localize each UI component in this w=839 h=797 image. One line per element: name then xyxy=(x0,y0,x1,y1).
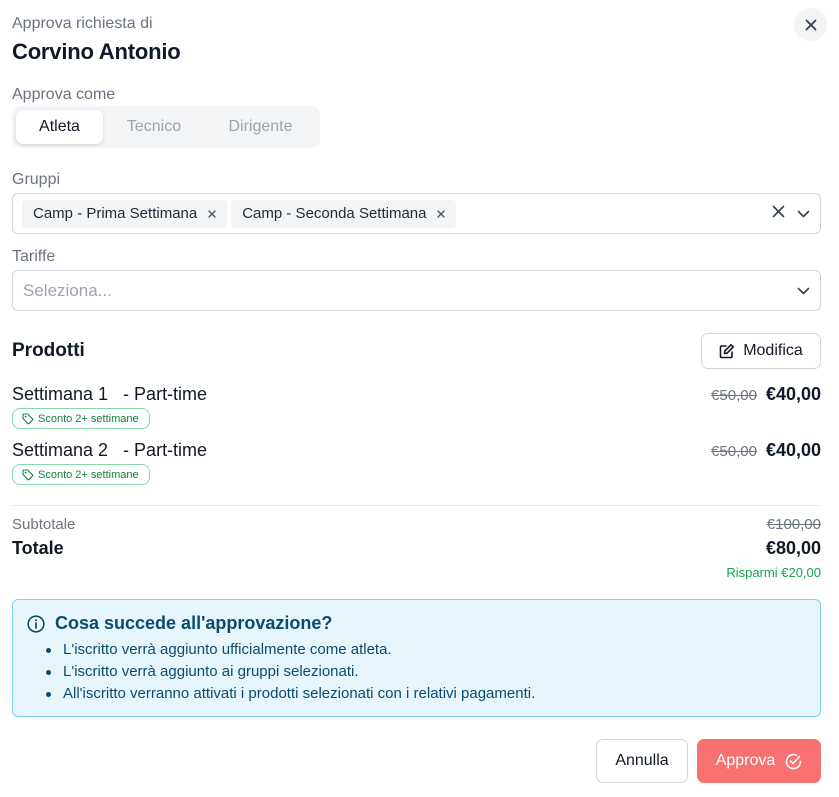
group-chip: Camp - Seconda Settimana xyxy=(231,199,457,228)
product-price: €50,00 €40,00 xyxy=(711,384,821,405)
total-row: Totale €80,00 xyxy=(12,538,821,559)
dialog-title: Corvino Antonio xyxy=(12,39,181,64)
rates-placeholder: Seleziona... xyxy=(23,280,112,300)
approve-button[interactable]: Approva xyxy=(697,739,821,783)
products-title: Prodotti xyxy=(12,340,85,361)
product-name: Settimana 2 - Part-time xyxy=(12,440,208,460)
role-label: Approva come xyxy=(12,86,116,103)
rates-select[interactable]: Seleziona... xyxy=(12,270,821,311)
tag-icon xyxy=(22,468,34,481)
role-option-tecnico[interactable]: Tecnico xyxy=(103,110,205,144)
groups-multiselect[interactable]: Camp - Prima Settimana Camp - Seconda Se… xyxy=(12,193,821,234)
divider xyxy=(12,505,821,506)
edit-products-label: Modifica xyxy=(743,342,803,359)
info-list-item: All'iscritto verranno attivati i prodott… xyxy=(46,683,535,705)
rates-label: Tariffe xyxy=(12,248,56,265)
role-option-dirigente[interactable]: Dirigente xyxy=(205,110,316,144)
subtotal-value: €100,00 xyxy=(766,516,821,533)
close-icon xyxy=(805,19,816,30)
info-title: Cosa succede all'approvazione? xyxy=(55,613,333,633)
edit-products-button[interactable]: Modifica xyxy=(701,333,821,369)
check-circle-icon xyxy=(786,753,802,769)
product-new-price: €40,00 xyxy=(765,384,821,404)
close-button[interactable] xyxy=(794,8,827,41)
edit-icon xyxy=(719,344,735,359)
role-segmented-control: Atleta Tecnico Dirigente xyxy=(12,106,320,148)
total-value: €80,00 xyxy=(765,538,821,558)
info-icon xyxy=(27,615,45,633)
subtotal-row: Subtotale €100,00 xyxy=(12,516,821,533)
info-box: Cosa succede all'approvazione? L'iscritt… xyxy=(12,599,821,717)
cancel-button[interactable]: Annulla xyxy=(596,739,688,783)
dialog-subtitle: Approva richiesta di xyxy=(12,15,153,32)
discount-badge-label: Sconto 2+ settimane xyxy=(38,412,139,425)
savings-text: Risparmi €20,00 xyxy=(726,565,821,580)
tag-icon xyxy=(22,412,34,425)
info-list-item: L'iscritto verrà aggiunto ufficialmente … xyxy=(46,639,535,661)
approve-button-label: Approva xyxy=(715,752,776,769)
discount-badge: Sconto 2+ settimane xyxy=(12,464,150,485)
discount-badge-label: Sconto 2+ settimane xyxy=(38,468,139,481)
clear-icon[interactable] xyxy=(772,205,785,223)
product-new-price: €40,00 xyxy=(765,440,821,460)
discount-badge: Sconto 2+ settimane xyxy=(12,408,150,429)
info-list: L'iscritto verrà aggiunto ufficialmente … xyxy=(46,639,535,705)
info-list-item-text: All'iscritto verranno attivati i prodott… xyxy=(63,685,536,702)
remove-chip-icon[interactable] xyxy=(207,209,217,219)
product-row: Settimana 2 - Part-time €50,00 €40,00 Sc… xyxy=(12,440,821,485)
chevron-down-icon[interactable] xyxy=(797,282,810,300)
info-list-item: L'iscritto verrà aggiunto ai gruppi sele… xyxy=(46,661,535,683)
total-label: Totale xyxy=(12,538,64,558)
remove-chip-icon[interactable] xyxy=(436,209,446,219)
group-chip-label: Camp - Seconda Settimana xyxy=(242,205,427,222)
info-list-item-text: L'iscritto verrà aggiunto ufficialmente … xyxy=(63,641,392,658)
groups-label: Gruppi xyxy=(12,171,61,188)
role-option-atleta[interactable]: Atleta xyxy=(16,110,103,144)
product-name: Settimana 1 - Part-time xyxy=(12,384,208,404)
product-price: €50,00 €40,00 xyxy=(711,440,821,461)
group-chip-label: Camp - Prima Settimana xyxy=(33,205,198,222)
info-list-item-text: L'iscritto verrà aggiunto ai gruppi sele… xyxy=(63,663,359,680)
product-old-price: €50,00 xyxy=(711,443,757,460)
subtotal-label: Subtotale xyxy=(12,516,76,533)
group-chip: Camp - Prima Settimana xyxy=(22,199,228,228)
product-row: Settimana 1 - Part-time €50,00 €40,00 Sc… xyxy=(12,384,821,429)
product-old-price: €50,00 xyxy=(711,387,757,404)
chevron-down-icon[interactable] xyxy=(797,205,810,223)
